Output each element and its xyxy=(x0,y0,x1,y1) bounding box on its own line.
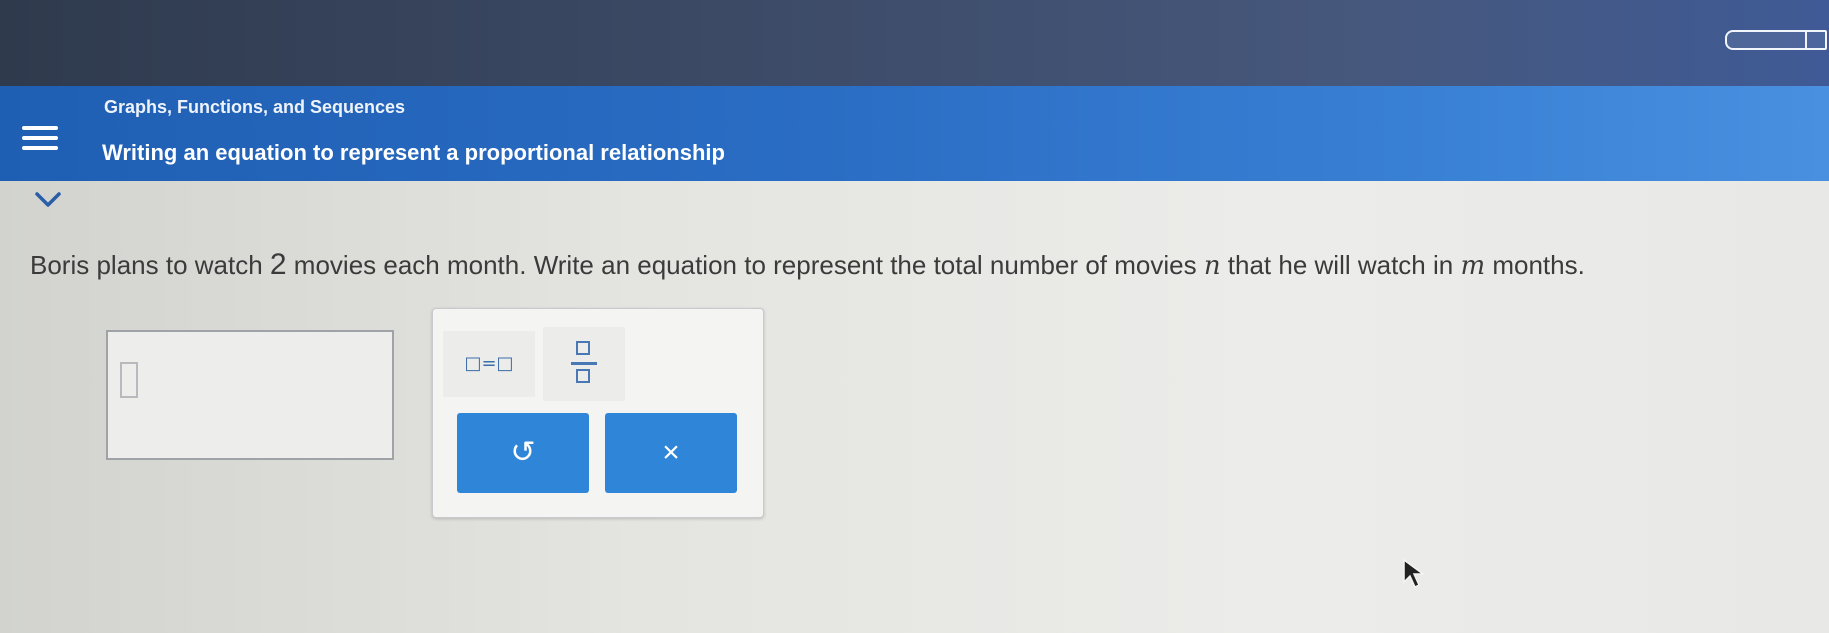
variable-m: m xyxy=(1460,251,1486,281)
variable-n: n xyxy=(1203,251,1221,281)
page-title: Writing an equation to represent a propo… xyxy=(102,140,725,165)
undo-icon: ↺ xyxy=(510,436,536,469)
math-toolbar: □=□ ↺ × xyxy=(432,308,764,518)
close-icon: × xyxy=(662,436,680,469)
question-number: 2 xyxy=(269,248,287,281)
input-placeholder-box xyxy=(120,362,138,398)
app-page: Graphs, Functions, and Sequences Writing… xyxy=(0,0,1829,633)
mouse-pointer-icon xyxy=(1402,558,1428,590)
menu-icon-line xyxy=(22,146,58,150)
fraction-template-button[interactable] xyxy=(543,327,625,401)
breadcrumb: Graphs, Functions, and Sequences xyxy=(104,97,406,117)
clear-button[interactable]: × xyxy=(605,413,737,493)
fraction-denominator-icon xyxy=(576,369,590,383)
question-part-4: months. xyxy=(1485,250,1585,280)
menu-icon[interactable] xyxy=(22,126,58,156)
menu-icon-line xyxy=(22,126,58,130)
fraction-numerator-icon xyxy=(576,341,590,355)
question-part-1: Boris plans to watch xyxy=(30,250,270,280)
question-text: Boris plans to watch 2 movies each month… xyxy=(30,248,1585,282)
question-part-3: that he will watch in xyxy=(1220,250,1461,280)
equation-template-button[interactable]: □=□ xyxy=(443,331,535,397)
top-bar xyxy=(0,0,1829,92)
fraction-bar-icon xyxy=(571,362,597,365)
answer-input[interactable] xyxy=(106,330,394,460)
menu-icon-line xyxy=(22,136,58,140)
undo-button[interactable]: ↺ xyxy=(457,413,589,493)
question-part-2: movies each month. Write an equation to … xyxy=(286,250,1204,280)
chevron-down-icon[interactable] xyxy=(34,190,62,210)
toggle-icon[interactable] xyxy=(1725,30,1827,50)
